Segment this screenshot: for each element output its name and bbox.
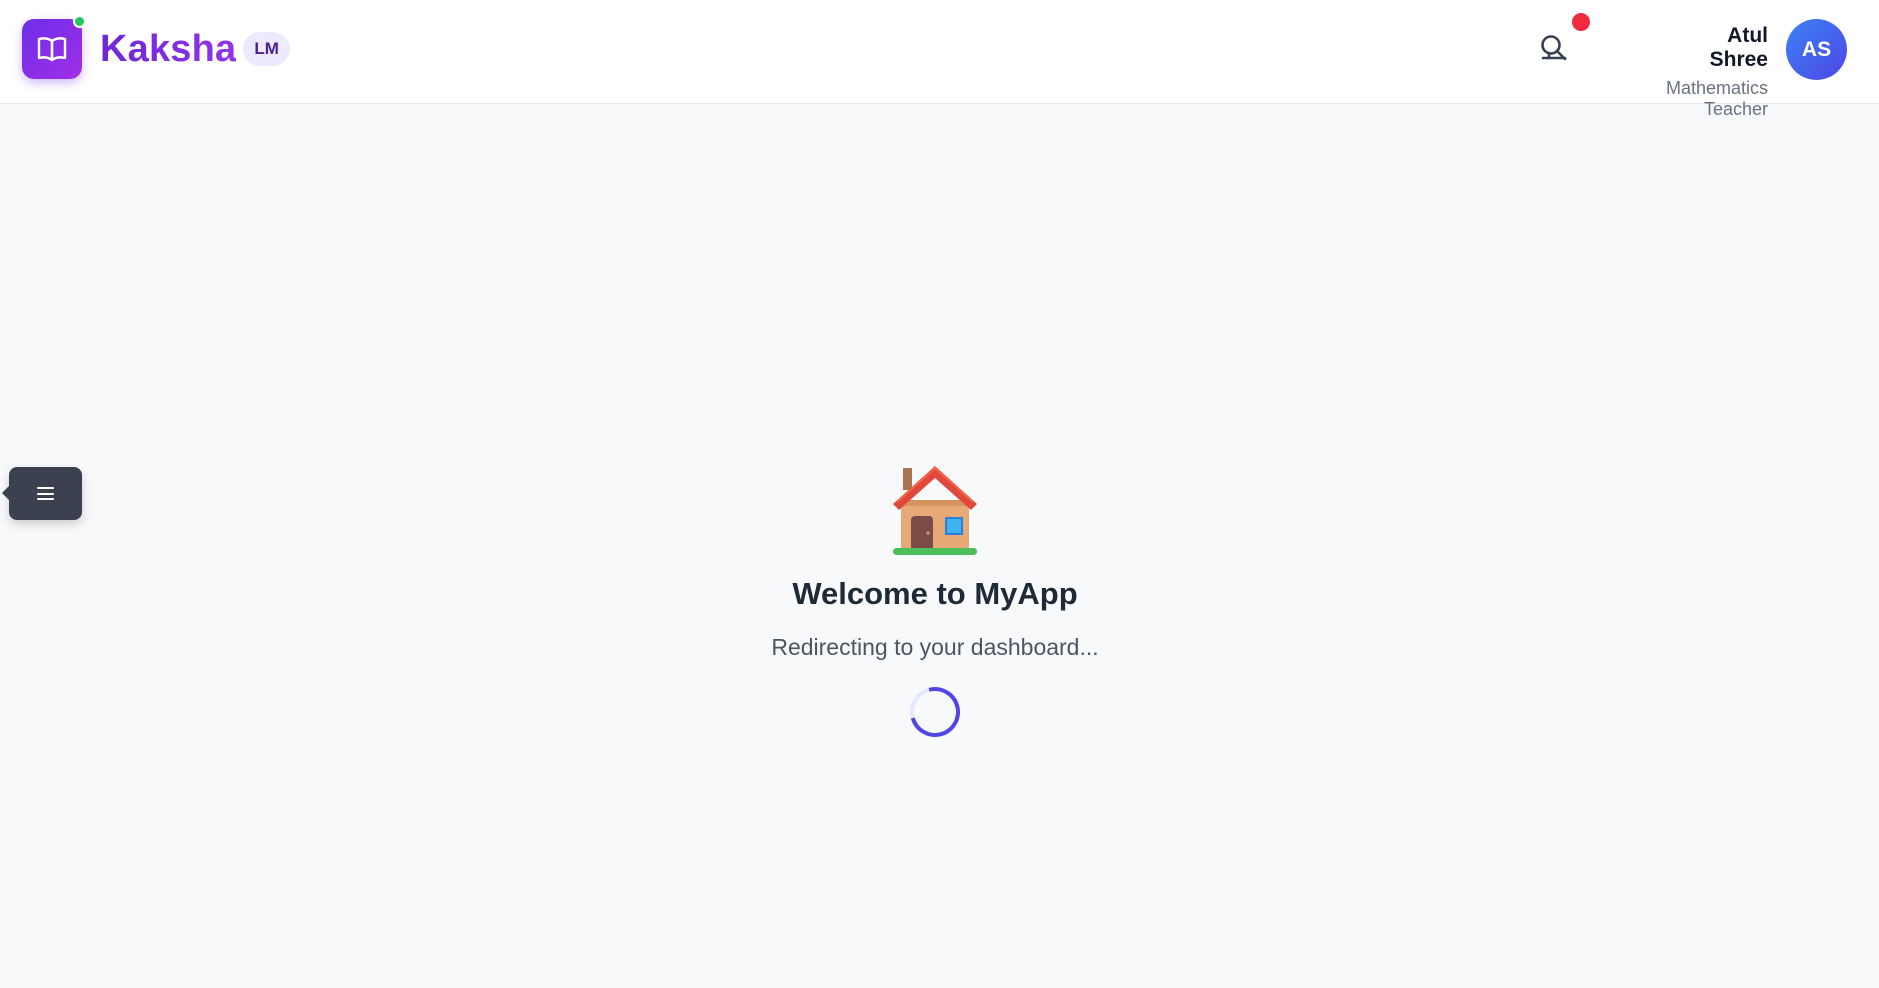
house-icon [893, 466, 977, 555]
brand-logo[interactable] [22, 15, 86, 79]
top-header: Kaksha LM Atul Shree Mathematics Teacher… [0, 0, 1879, 119]
bell-icon [1541, 35, 1567, 61]
online-status-dot [73, 15, 86, 28]
avatar[interactable]: AS [1786, 19, 1847, 80]
open-book-icon [37, 37, 67, 62]
welcome-title: Welcome to MyApp [792, 576, 1078, 611]
brand-name: Kaksha [100, 27, 237, 70]
notifications-button[interactable] [1534, 28, 1574, 68]
user-role: Mathematics Teacher [1665, 78, 1768, 119]
app-root: Kaksha LM Atul Shree Mathematics Teacher… [0, 0, 1879, 988]
loading-spinner [900, 677, 970, 747]
brand[interactable]: Kaksha LM [22, 15, 290, 79]
notification-badge [1572, 13, 1590, 31]
redirect-panel: Welcome to MyApp Redirecting to your das… [0, 460, 1870, 747]
user-name: Atul Shree [1709, 24, 1768, 71]
user-info[interactable]: Atul Shree Mathematics Teacher [1666, 24, 1768, 120]
redirect-message: Redirecting to your dashboard... [771, 634, 1099, 660]
brand-badge: LM [243, 32, 290, 66]
